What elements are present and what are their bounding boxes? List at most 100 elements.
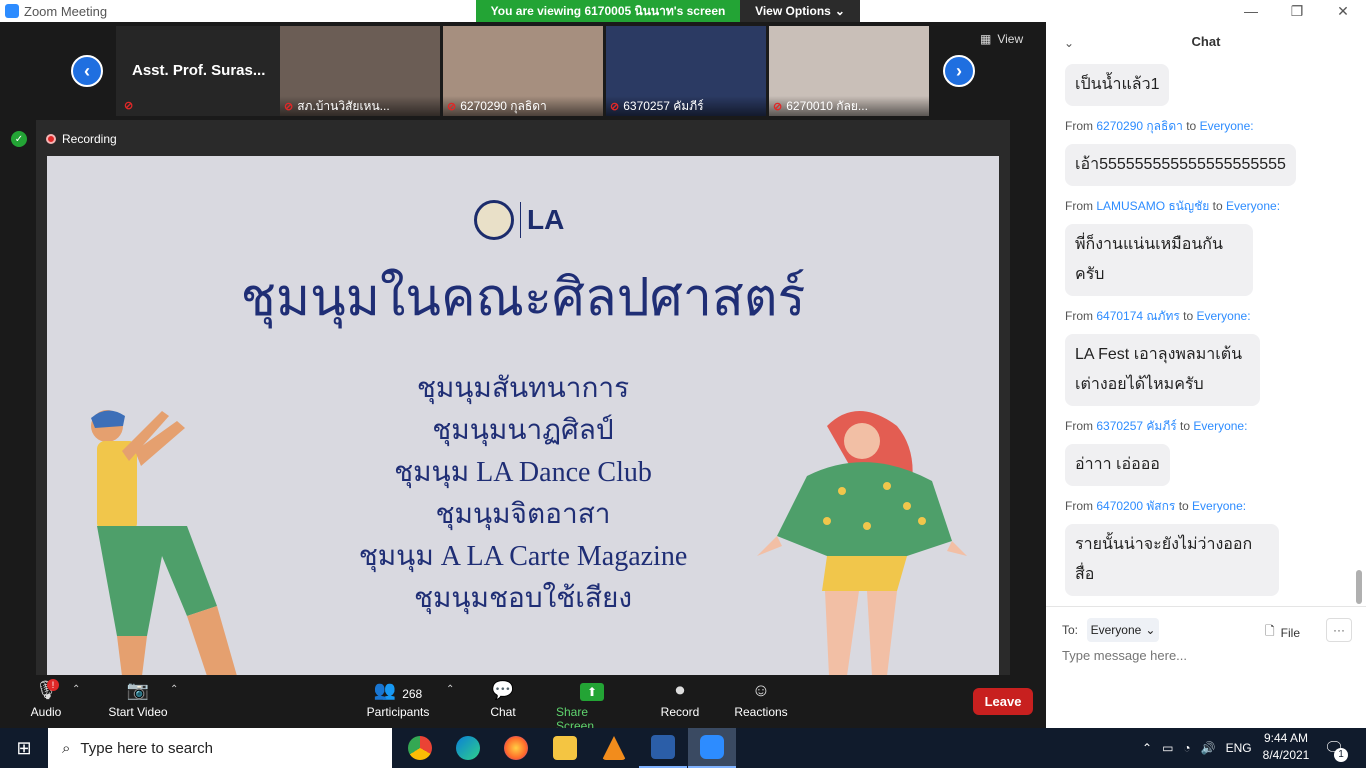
chat-message: เอ้า555555555555555555555: [1065, 144, 1296, 186]
taskbar-explorer[interactable]: [541, 728, 589, 768]
dancing-man-illustration: [91, 410, 237, 675]
recipient-name[interactable]: Everyone:: [1226, 199, 1280, 213]
start-video-label: Start Video: [108, 705, 168, 719]
record-button[interactable]: ⏺ Record: [660, 677, 700, 719]
vlc-cone-icon: [602, 736, 626, 760]
logo-divider: [520, 202, 521, 238]
slide-title: ชุมนุมในคณะศิลปศาสตร์: [240, 269, 806, 327]
view-options-label: View Options: [755, 4, 831, 18]
share-status-banner: You are viewing 6170005 นินนาท's screen: [476, 0, 740, 22]
recipient-name[interactable]: Everyone:: [1193, 419, 1247, 433]
sender-name[interactable]: LAMUSAMO ธนัญชัย: [1096, 199, 1209, 213]
muted-mic-icon: ⊘: [610, 100, 620, 113]
file-icon: 🗋: [1265, 624, 1275, 638]
recipient-name[interactable]: Everyone:: [1192, 499, 1246, 513]
record-label: Record: [660, 705, 700, 719]
notification-badge: 1: [1334, 748, 1348, 762]
chat-scrollbar[interactable]: [1356, 570, 1362, 604]
next-page-button[interactable]: ›: [943, 55, 975, 87]
firefox-icon: [504, 736, 528, 760]
wifi-icon[interactable]: ◔: [1183, 741, 1190, 755]
chat-message: พี่ก็งานแน่นเหมือนกัน ครับ: [1065, 224, 1253, 296]
club-item: ชุมนุมสันทนาการ: [416, 373, 630, 404]
chat-message: อ่าาา เอ่อออ: [1065, 444, 1170, 486]
taskbar-chrome[interactable]: [396, 728, 444, 768]
taskbar-clock[interactable]: 9:44 AM 8/4/2021: [1256, 730, 1316, 764]
slide-logo: LA: [474, 200, 564, 240]
reactions-label: Reactions: [734, 705, 788, 719]
folder-icon: [553, 736, 577, 760]
recipient-select[interactable]: Everyone ⌄: [1087, 618, 1159, 642]
minimize-button[interactable]: —: [1228, 0, 1274, 22]
battery-icon[interactable]: ▭: [1162, 741, 1173, 755]
recording-indicator[interactable]: Recording: [46, 132, 117, 146]
chat-sender-line: From 6270290 กุลธิดา to Everyone:: [1065, 119, 1254, 133]
taskbar-search-box[interactable]: ⌕ Type here to search: [48, 728, 392, 768]
recipient-name[interactable]: Everyone:: [1200, 119, 1254, 133]
word-icon: [651, 735, 675, 759]
taskbar-firefox[interactable]: [492, 728, 540, 768]
participants-button[interactable]: 👥 268 Participants: [366, 677, 430, 719]
sender-name[interactable]: 6270290 กุลธิดา: [1096, 119, 1183, 133]
chat-sender-line: From 6470174 ณภัทร to Everyone:: [1065, 309, 1251, 323]
share-arrow-icon: ⬆: [580, 683, 604, 701]
club-item: ชุมนุม LA Dance Club: [394, 457, 652, 488]
club-item: ชุมนุมจิตอาสา: [435, 499, 611, 530]
ellipsis-icon: ···: [1333, 623, 1345, 637]
more-options-button[interactable]: ···: [1326, 618, 1352, 642]
participant-name: สภ.บ้านวิสัยเหน...: [297, 98, 390, 113]
chat-message: LA Fest เอาลุงพลมาเต้น เต่างอยได้ไหมครับ: [1065, 334, 1260, 406]
participants-icon: 👥: [373, 680, 397, 700]
participant-tile[interactable]: ⊘ 6270010 กัลย...: [769, 26, 929, 116]
grid-icon: ▦: [980, 32, 992, 46]
participant-name: 6270290 กุลธิดา: [460, 98, 547, 113]
system-tray: ⌃ ▭ ◔ 🔊 ENG: [1142, 728, 1252, 768]
club-item: ชุมนุมชอบใช้เสียง: [413, 583, 633, 614]
chat-message-input[interactable]: [1062, 648, 1352, 663]
taskbar-vlc[interactable]: [590, 728, 638, 768]
previous-page-button[interactable]: ‹: [71, 55, 103, 87]
encryption-shield-icon[interactable]: ✓: [11, 131, 27, 147]
close-button[interactable]: ✕: [1320, 0, 1366, 22]
participant-tile[interactable]: ⊘ 6270290 กุลธิดา: [443, 26, 603, 116]
participant-tile[interactable]: ⊘ สภ.บ้านวิสัยเหน...: [280, 26, 440, 116]
reactions-button[interactable]: ☺ Reactions: [734, 677, 788, 719]
volume-icon[interactable]: 🔊: [1201, 741, 1216, 755]
chat-bubble-icon: 💬: [491, 680, 515, 700]
participants-options-caret[interactable]: ⌃: [446, 684, 454, 695]
restore-button[interactable]: ❐: [1274, 0, 1320, 22]
taskbar-word[interactable]: [639, 728, 687, 768]
record-icon: ⏺: [675, 680, 685, 700]
sender-name[interactable]: 6370257 คัมภีร์: [1096, 419, 1176, 433]
sender-name[interactable]: 6470174 ณภัทร: [1096, 309, 1179, 323]
file-button[interactable]: 🗋 File: [1265, 622, 1300, 643]
share-screen-button[interactable]: ⬆ Share Screen: [556, 677, 628, 733]
chat-button[interactable]: 💬 Chat: [487, 677, 519, 719]
chat-message: รายนั้นน่าจะยังไม่ว่างออก สื่อ: [1065, 524, 1279, 596]
participants-count: 268: [402, 687, 423, 701]
chevron-up-icon[interactable]: ⌃: [1142, 741, 1152, 755]
start-video-button[interactable]: 📷 Start Video: [106, 677, 170, 719]
chat-divider: [1046, 606, 1366, 607]
chat-sender-line: From LAMUSAMO ธนัญชัย to Everyone:: [1065, 199, 1281, 213]
leave-button[interactable]: Leave: [973, 688, 1033, 715]
audio-options-caret[interactable]: ⌃: [72, 684, 80, 695]
taskbar-zoom[interactable]: [688, 728, 736, 768]
start-button[interactable]: ⊞: [0, 728, 48, 768]
window-title: Zoom Meeting: [24, 4, 108, 19]
view-label: View: [997, 32, 1024, 46]
view-layout-button[interactable]: ▦ View: [980, 32, 1023, 46]
taskbar-edge[interactable]: [444, 728, 492, 768]
view-options-button[interactable]: View Options ⌄: [740, 0, 860, 22]
language-indicator[interactable]: ENG: [1226, 741, 1252, 755]
la-logo: LA: [527, 204, 565, 235]
participant-tile[interactable]: ⊘ 6370257 คัมภีร์: [606, 26, 766, 116]
active-speaker-name: Asst. Prof. Suras...: [132, 62, 266, 79]
recipient-name[interactable]: Everyone:: [1197, 309, 1251, 323]
clock-date: 8/4/2021: [1262, 748, 1310, 762]
sender-name[interactable]: 6470200 พัสกร: [1096, 499, 1175, 513]
zoom-icon: [700, 735, 724, 759]
video-options-caret[interactable]: ⌃: [170, 684, 178, 695]
search-placeholder: Type here to search: [80, 739, 213, 757]
muted-mic-icon: ⊘: [447, 100, 457, 113]
